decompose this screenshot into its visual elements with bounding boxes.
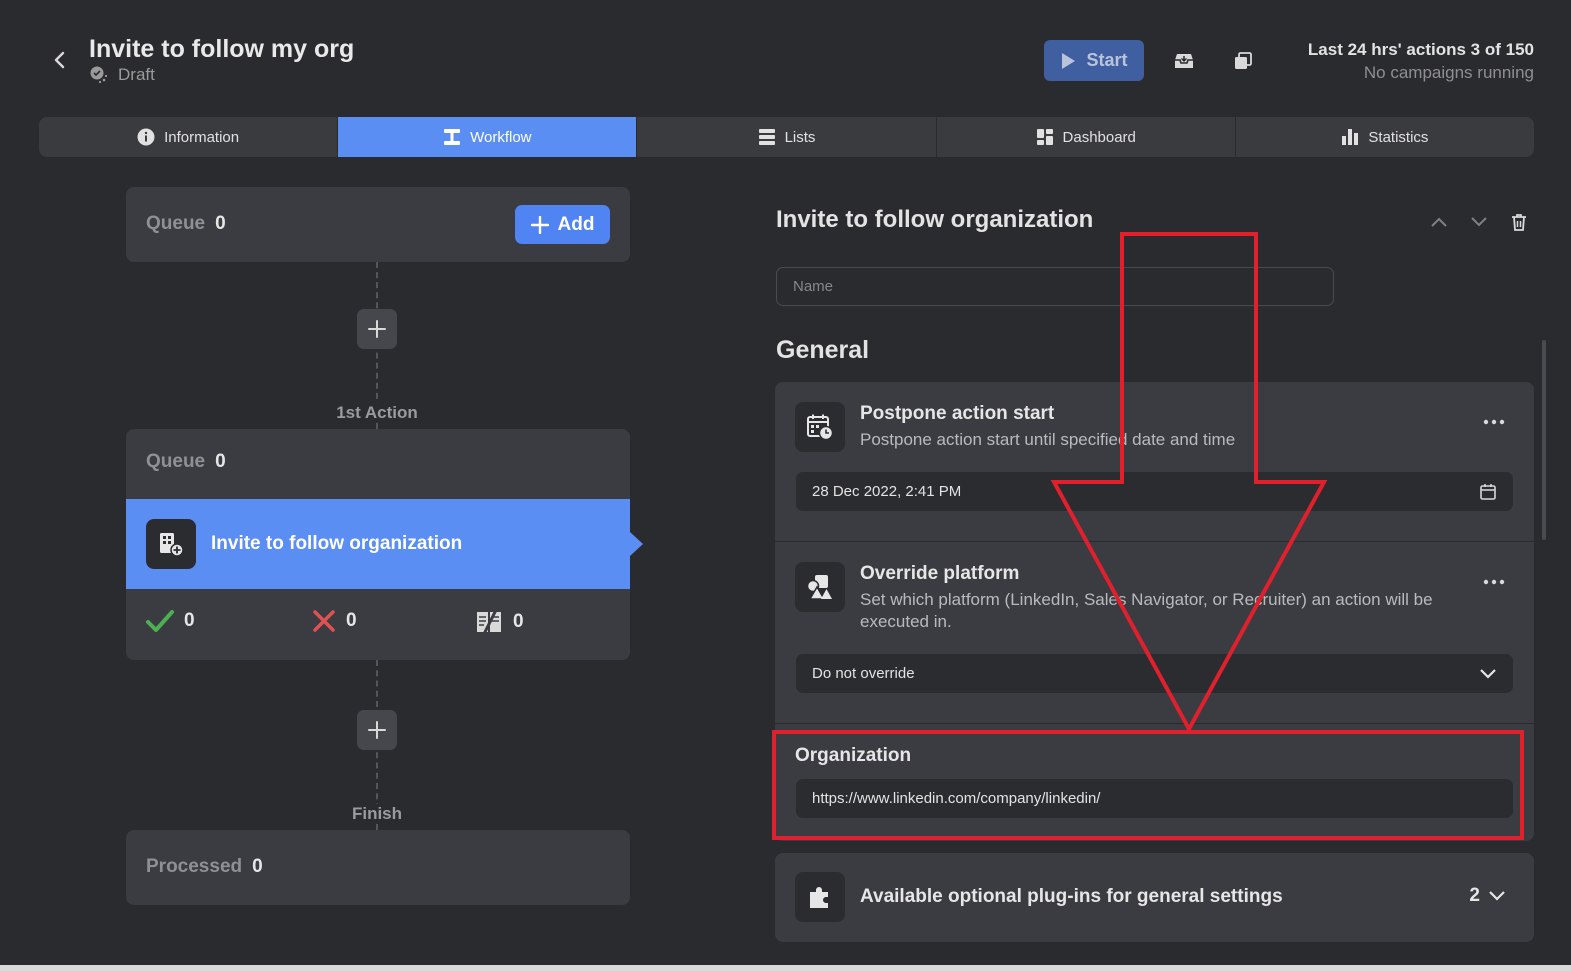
move-up-button[interactable] [1425,208,1453,236]
queue-count: 0 [215,213,226,234]
check-icon [146,610,174,632]
workflow-icon [444,129,461,145]
tab-lists[interactable]: Lists [637,117,937,157]
skipped-count: 0 [513,611,524,632]
trash-icon [1512,214,1526,231]
success-stat: 0 [146,609,195,633]
window-bottom-edge [0,965,1571,971]
insert-action-button[interactable] [357,309,397,349]
postpone-datetime-picker[interactable]: 28 Dec 2022, 2:41 PM [796,472,1513,511]
campaign-title: Invite to follow my org [89,35,355,63]
section-divider [775,723,1534,724]
postpone-more-button[interactable] [1479,412,1509,432]
copy-icon [1235,52,1252,69]
action-name-input[interactable] [776,267,1334,306]
calendar-icon [1480,483,1496,500]
override-more-button[interactable] [1479,572,1509,592]
shapes-icon [795,562,845,612]
organization-url-value: https://www.linkedin.com/company/linkedi… [812,790,1101,807]
plus-icon [368,320,386,338]
override-platform-title: Override platform [860,563,1020,584]
skipped-icon [477,609,501,635]
dashboard-icon [1036,129,1053,145]
tab-label: Information [164,128,240,146]
start-label: Start [1086,50,1128,70]
plugins-count-value: 2 [1469,885,1480,906]
general-heading: General [776,336,870,364]
panel-title: Invite to follow organization [776,206,1094,233]
plugins-count: 2 [1469,885,1506,907]
chevron-down-icon [1489,891,1505,901]
cross-icon [313,610,335,632]
plus-icon [368,721,386,739]
tab-label: Dashboard [1062,128,1136,146]
tab-bar: Information Workflow Lists Dashboard Sta… [39,117,1534,157]
section-divider [775,541,1534,542]
processed-card: Processed 0 [126,830,630,905]
action-invite-to-follow-organization[interactable]: Invite to follow organization [126,499,643,589]
queue-label: Queue [146,213,206,234]
failed-count: 0 [346,610,357,631]
add-label: Add [557,213,595,235]
start-button[interactable]: Start [1044,40,1144,81]
organization-label: Organization [795,745,912,766]
override-platform-description: Set which platform (LinkedIn, Sales Navi… [860,590,1433,631]
tab-dashboard[interactable]: Dashboard [937,117,1236,157]
delete-button[interactable] [1505,208,1533,236]
skipped-stat: 0 [475,609,524,635]
organization-invite-icon [146,519,196,569]
platform-select-value: Do not override [812,665,915,682]
action-title: Invite to follow organization [211,533,463,554]
general-settings-card: Postpone action start Postpone action st… [775,382,1534,841]
postpone-title: Postpone action start [860,403,1055,424]
chevron-left-icon [54,51,65,69]
campaign-status: Draft [89,65,155,85]
tab-label: Statistics [1368,128,1429,146]
calendar-clock-icon [795,402,845,452]
panel-scrollbar[interactable] [1542,340,1546,540]
success-count: 0 [184,610,195,631]
more-icon [1483,419,1505,425]
tab-label: Lists [784,128,816,146]
campaigns-running-text: No campaigns running [1363,63,1534,82]
processed-count: 0 [252,856,263,877]
tab-workflow[interactable]: Workflow [338,117,638,157]
optional-plugins-card[interactable]: Available optional plug-ins for general … [775,853,1534,942]
tab-label: Workflow [470,128,532,146]
plus-icon [530,215,549,234]
archive-icon [1175,54,1193,68]
platform-select[interactable]: Do not override [796,654,1513,693]
insert-action-button[interactable] [357,710,397,750]
bar-chart-icon [1342,129,1359,145]
action-queue-label: Queue [146,451,206,472]
info-icon [137,128,155,146]
chevron-down-icon [1471,217,1487,227]
draft-icon [90,66,108,84]
chevron-up-icon [1431,217,1447,227]
tab-statistics[interactable]: Statistics [1236,117,1534,157]
add-leads-button[interactable]: Add [515,205,610,244]
puzzle-icon [795,872,845,922]
action-card: Queue 0 Invite to follow organization 0 0… [126,429,643,660]
duplicate-button[interactable] [1229,47,1257,75]
chevron-down-icon [1480,668,1496,679]
status-label: Draft [118,65,155,84]
archive-button[interactable] [1170,47,1198,75]
back-button[interactable] [46,46,74,74]
play-icon [1062,52,1076,69]
processed-label: Processed [146,856,243,877]
list-icon [758,129,775,145]
postpone-description: Postpone action start until specified da… [860,430,1236,449]
tab-information[interactable]: Information [39,117,339,157]
finish-label: Finish [277,804,477,824]
move-down-button[interactable] [1465,208,1493,236]
action-queue-count: 0 [215,451,226,472]
plugins-title: Available optional plug-ins for general … [860,886,1283,907]
organization-url-input[interactable]: https://www.linkedin.com/company/linkedi… [796,779,1513,818]
first-action-label: 1st Action [277,403,477,423]
actions-limit-text: Last 24 hrs' actions 3 of 150 [1307,40,1534,59]
postpone-datetime-value: 28 Dec 2022, 2:41 PM [812,483,962,500]
failed-stat: 0 [312,609,357,633]
more-icon [1483,579,1505,585]
